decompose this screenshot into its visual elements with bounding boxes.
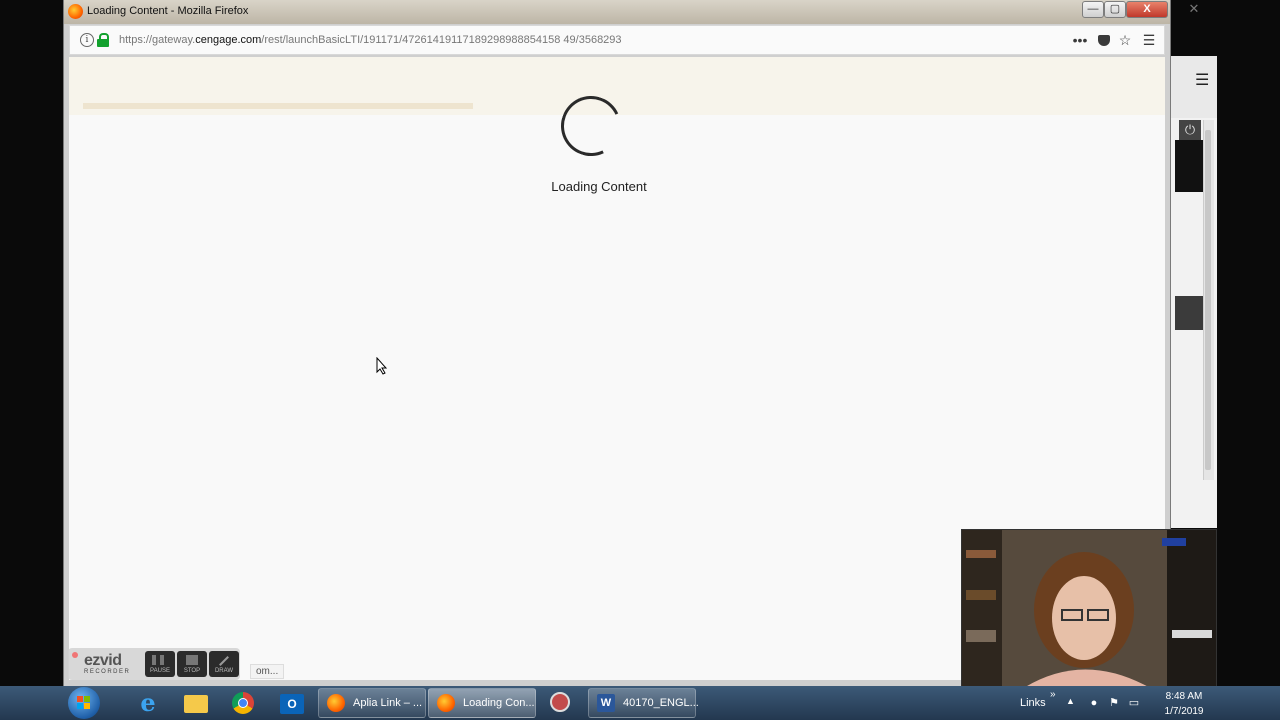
background-window: ☰ ⏻ [1168, 56, 1217, 528]
webcam-image [962, 530, 1216, 687]
loading-message: Loading Content [551, 179, 647, 194]
outlook-icon[interactable]: O [272, 689, 312, 717]
url-domain: cengage.com [195, 34, 262, 46]
network-icon[interactable]: ▭ [1128, 697, 1140, 709]
url-bar-icons: ••• ☆ ☰ [1065, 31, 1158, 49]
faded-breadcrumb [83, 103, 473, 109]
power-icon[interactable]: ⏻ [1179, 120, 1201, 140]
draw-label: DRAW [214, 668, 234, 674]
stop-button[interactable]: STOP [177, 651, 207, 677]
background-scrollbar-thumb[interactable] [1205, 130, 1211, 470]
lock-icon[interactable] [97, 33, 109, 47]
snipping-tool-icon[interactable] [546, 690, 574, 716]
firefox-icon [68, 4, 83, 19]
recording-indicator-icon [72, 652, 78, 658]
pause-label: PAUSE [150, 668, 170, 674]
taskbar-item-word-doc[interactable]: W 40170_ENGL... [588, 688, 699, 718]
window-title: Loading Content - Mozilla Firefox [87, 5, 249, 17]
firefox-icon [327, 694, 345, 712]
links-toolbar[interactable]: Links [1020, 697, 1046, 709]
antivirus-icon[interactable]: ● [1088, 697, 1100, 709]
pocket-icon[interactable] [1098, 35, 1110, 47]
ezvid-logo: ezvid [84, 652, 122, 669]
page-actions-icon[interactable]: ••• [1071, 31, 1089, 49]
chrome-icon[interactable] [224, 689, 264, 717]
status-tooltip: om... [250, 664, 285, 679]
show-hidden-icons-icon[interactable]: ▲ [1066, 696, 1075, 706]
system-tray: Links » ▲ ● ⚑ ▭ 8:48 AM 1/7/2019 [1012, 686, 1280, 720]
background-panel-lower [1175, 296, 1203, 330]
bookmark-star-icon[interactable]: ☆ [1116, 31, 1134, 49]
action-center-flag-icon[interactable]: ⚑ [1108, 697, 1120, 709]
site-info-icon[interactable]: i [80, 33, 94, 47]
url-text[interactable]: https://gateway.cengage.com/rest/launchB… [119, 34, 622, 46]
url-bar[interactable]: i https://gateway.cengage.com/rest/launc… [69, 25, 1165, 55]
start-icon[interactable] [68, 687, 100, 719]
webcam-overlay [961, 529, 1217, 688]
stop-icon [186, 655, 198, 665]
taskbar-item-loading-content[interactable]: Loading Con... [428, 688, 536, 718]
title-bar: Loading Content - Mozilla Firefox — ▢ X [64, 0, 1170, 24]
taskbar: e O Aplia Link – ... Loading Con... W 40… [0, 686, 1280, 720]
draw-button[interactable]: DRAW [209, 651, 239, 677]
pause-button[interactable]: PAUSE [145, 651, 175, 677]
close-button[interactable]: X [1126, 1, 1168, 18]
internet-explorer-icon[interactable]: e [128, 689, 168, 717]
firefox-icon [437, 694, 455, 712]
minimize-button[interactable]: — [1082, 1, 1104, 18]
file-explorer-icon[interactable] [176, 689, 216, 717]
taskbar-item-aplia-link[interactable]: Aplia Link – ... [318, 688, 426, 718]
clock-date[interactable]: 1/7/2019 [1158, 706, 1210, 717]
menu-icon[interactable]: ☰ [1140, 31, 1158, 49]
taskbar-item-label: Aplia Link – ... [353, 697, 423, 709]
background-close-icon[interactable]: ✕ [1184, 0, 1204, 18]
ezvid-recorder: ezvid RECORDER PAUSE STOP DRAW [68, 648, 240, 680]
maximize-button[interactable]: ▢ [1104, 1, 1126, 18]
background-panel [1175, 140, 1205, 192]
pencil-icon [219, 656, 229, 666]
clock-time[interactable]: 8:48 AM [1160, 691, 1208, 702]
url-prefix: https://gateway. [119, 34, 196, 46]
background-window-header [1169, 56, 1217, 118]
taskbar-item-label: 40170_ENGL... [623, 697, 699, 709]
stop-label: STOP [183, 668, 201, 674]
background-menu-icon[interactable]: ☰ [1195, 70, 1209, 90]
url-path: /rest/launchBasicLTI/191171/472614191171… [261, 34, 622, 46]
links-chevron-icon[interactable]: » [1050, 689, 1056, 700]
taskbar-item-label: Loading Con... [463, 697, 535, 709]
ezvid-subtitle: RECORDER [84, 669, 131, 675]
word-icon: W [597, 694, 615, 712]
